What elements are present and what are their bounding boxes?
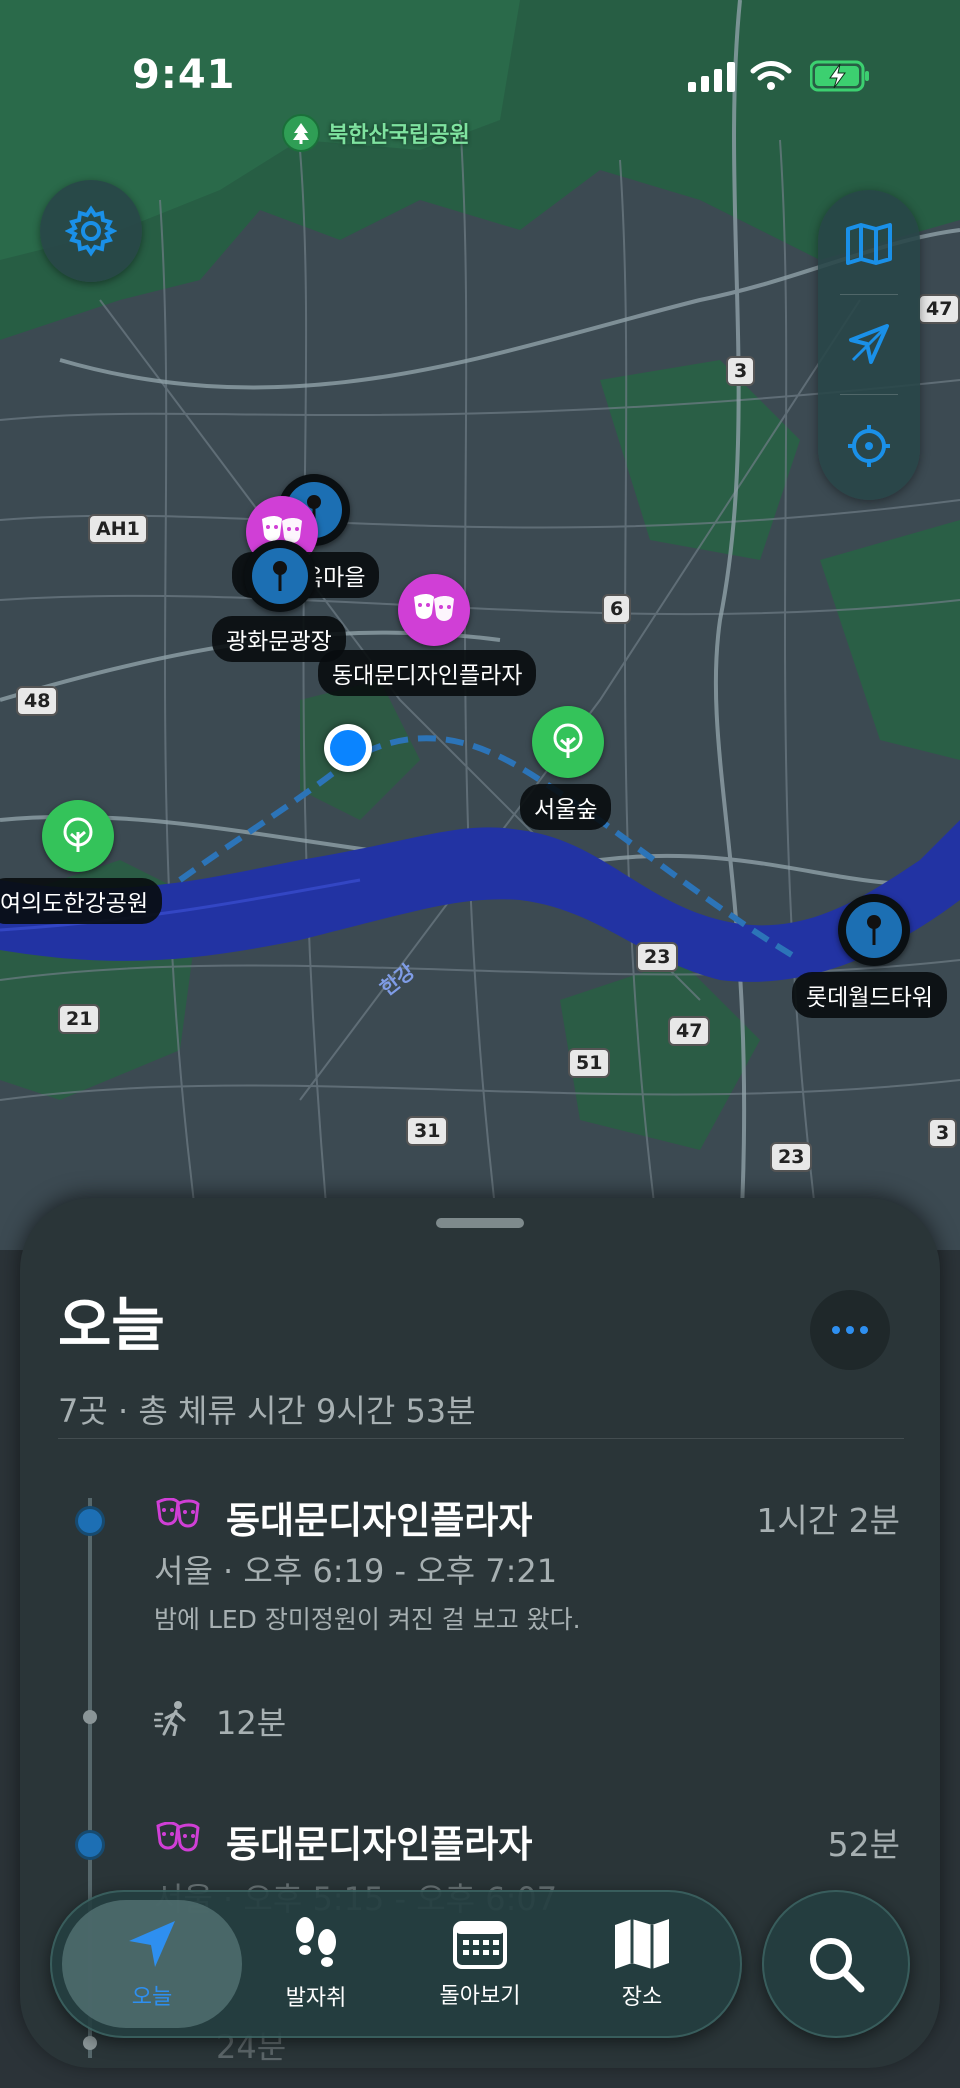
map-pin-blue[interactable] xyxy=(838,894,910,966)
map-pin-park[interactable] xyxy=(532,706,604,778)
road-shield: AH1 xyxy=(88,514,148,544)
timeline-node xyxy=(83,1710,97,1724)
locate-button[interactable] xyxy=(818,396,920,496)
road-shield: 6 xyxy=(602,594,632,624)
navigate-button[interactable] xyxy=(818,294,920,394)
settings-button[interactable] xyxy=(40,180,142,282)
walking-icon xyxy=(154,1701,186,1736)
map-view[interactable]: 47 3 AH1 6 48 23 47 51 21 31 23 3 한강 북한산… xyxy=(0,0,960,1251)
road-shield: 3 xyxy=(726,356,756,386)
map-icon xyxy=(615,1919,669,1969)
tab-label: 발자취 xyxy=(285,1986,347,2011)
battery-charging-icon xyxy=(810,60,869,92)
more-button[interactable] xyxy=(810,1290,890,1370)
theater-masks-icon xyxy=(414,594,454,621)
tab-label: 돌아보기 xyxy=(439,1984,521,2009)
road-shield: 48 xyxy=(16,686,59,716)
road-shield: 47 xyxy=(668,1016,711,1046)
tab-label: 장소 xyxy=(621,1985,663,2010)
place-name[interactable]: 동대문디자인플라자 xyxy=(226,1814,532,1868)
place-meta: 서울 · 오후 6:19 - 오후 7:21 xyxy=(154,1552,558,1590)
pin-icon xyxy=(273,561,287,591)
map-controls xyxy=(818,190,920,500)
cellular-signal-icon xyxy=(688,62,735,92)
status-time: 9:41 xyxy=(132,52,236,98)
road-shield: 31 xyxy=(406,1116,449,1146)
tab-today[interactable]: 오늘 xyxy=(62,1900,242,2028)
map-pin-park[interactable] xyxy=(42,800,114,872)
footprints-icon xyxy=(296,1917,336,1967)
map-icon xyxy=(846,223,892,265)
pin-label[interactable]: 동대문디자인플라자 xyxy=(318,650,537,696)
road-shield: 3 xyxy=(928,1118,958,1148)
theater-masks-icon xyxy=(156,1498,200,1528)
crosshair-icon xyxy=(848,425,890,467)
navigation-arrow-icon xyxy=(849,324,889,364)
timeline-node xyxy=(83,2036,97,2050)
tree-icon xyxy=(553,723,583,758)
pin-label[interactable]: 서울숲 xyxy=(520,784,612,830)
search-icon xyxy=(810,1938,865,1993)
search-button[interactable] xyxy=(762,1890,910,2038)
tab-bar: 오늘 발자취 돌아보기 장소 xyxy=(50,1890,742,2038)
user-location-dot xyxy=(324,724,372,772)
ellipsis-icon xyxy=(832,1326,868,1334)
place-name[interactable]: 동대문디자인플라자 xyxy=(226,1490,532,1544)
road-shield: 51 xyxy=(568,1048,611,1078)
road-shield: 21 xyxy=(58,1004,101,1034)
tab-review[interactable]: 돌아보기 xyxy=(390,1900,570,2028)
pin-icon xyxy=(867,915,881,945)
wifi-icon xyxy=(750,61,792,90)
road-shield: 23 xyxy=(770,1142,813,1172)
theater-masks-icon xyxy=(156,1822,200,1852)
pin-label[interactable]: 여의도한강공원 xyxy=(0,878,163,924)
place-duration: 1시간 2분 xyxy=(756,1501,900,1540)
sheet-title: 오늘 xyxy=(58,1291,165,1359)
location-arrow-icon xyxy=(129,1921,175,1967)
map-pin-theater[interactable] xyxy=(398,574,470,646)
travel-duration: 12분 xyxy=(216,1704,287,1742)
tab-label: 오늘 xyxy=(131,1985,173,2010)
pin-label[interactable]: 롯데월드타워 xyxy=(792,972,947,1018)
map-mode-button[interactable] xyxy=(818,194,920,294)
divider xyxy=(58,1438,904,1439)
map-background xyxy=(0,0,960,1251)
tab-places[interactable]: 장소 xyxy=(552,1900,732,2028)
timeline-node xyxy=(75,1830,105,1860)
status-bar: 9:41 xyxy=(0,0,960,150)
place-duration: 52분 xyxy=(827,1825,900,1864)
tab-footprints[interactable]: 발자취 xyxy=(226,1900,406,2028)
tree-icon xyxy=(63,817,93,852)
road-shield: 47 xyxy=(918,294,960,324)
calendar-icon xyxy=(453,1921,507,1969)
sheet-grabber[interactable] xyxy=(436,1218,524,1228)
road-shield: 23 xyxy=(636,942,679,972)
day-summary: 7곳 · 총 체류 시간 9시간 53분 xyxy=(58,1392,476,1430)
place-note: 밤에 LED 장미정원이 켜진 걸 보고 왔다. xyxy=(154,1605,581,1634)
gear-icon xyxy=(65,205,117,257)
timeline-node xyxy=(75,1506,105,1536)
map-pin-blue[interactable] xyxy=(244,540,316,612)
